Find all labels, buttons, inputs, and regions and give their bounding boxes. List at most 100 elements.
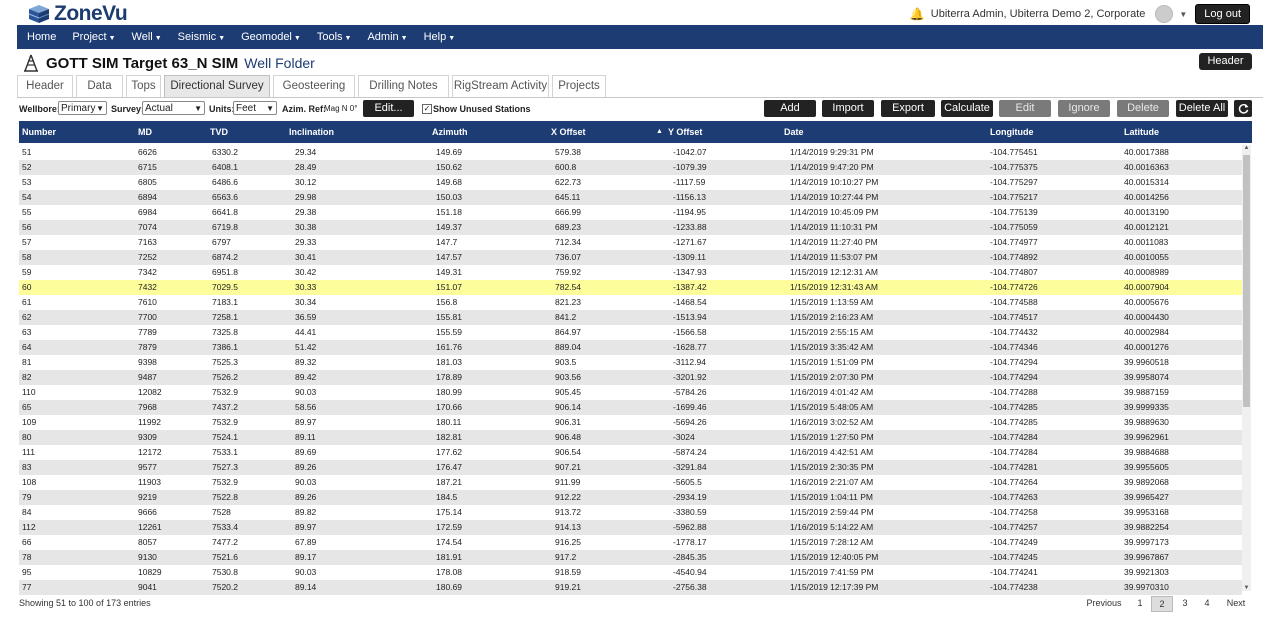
table-row[interactable]: 109 11992 7532.9 89.97 180.11 906.31 -5694.26 1…: [19, 415, 1242, 430]
nav-geomodel[interactable]: Geomodel ▼: [235, 31, 307, 43]
show-unused-checkbox[interactable]: ✓: [422, 104, 432, 114]
table-row[interactable]: 110 12082 7532.9 90.03 180.99 905.45 -5784.26 1…: [19, 385, 1242, 400]
table-row[interactable]: 84 9666 7528 89.82 175.14 913.72 -3380.59 1/15/…: [19, 505, 1242, 520]
pagination-previous[interactable]: Previous: [1086, 596, 1122, 610]
pagination-page[interactable]: 3: [1175, 596, 1195, 610]
edit-button[interactable]: Edit: [999, 100, 1051, 117]
table-row[interactable]: 83 9577 7527.3 89.26 176.47 907.21 -3291.84 1/1…: [19, 460, 1242, 475]
cell-md: 9398: [138, 357, 157, 367]
table-row[interactable]: 112 12261 7533.4 89.97 172.59 914.13 -5962.88 1…: [19, 520, 1242, 535]
table-row[interactable]: 64 7879 7386.1 51.42 161.76 889.04 -1628.77 1/1…: [19, 340, 1242, 355]
wellbore-select[interactable]: Primary ▼: [58, 101, 107, 115]
calculate-button[interactable]: Calculate: [941, 100, 993, 117]
tab-drilling-notes[interactable]: Drilling Notes: [358, 75, 449, 97]
logout-button[interactable]: Log out: [1195, 4, 1250, 24]
table-row[interactable]: 59 7342 6951.8 30.42 149.31 759.92 -1347.93 1/1…: [19, 265, 1242, 280]
well-folder-link[interactable]: Well Folder: [244, 55, 315, 71]
table-row[interactable]: 95 10829 7530.8 90.03 178.08 918.59 -4540.94 1/…: [19, 565, 1242, 580]
table-row[interactable]: 51 6626 6330.2 29.34 149.69 579.38 -1042.07 1/1…: [19, 145, 1242, 160]
cell-md: 9577: [138, 462, 157, 472]
table-row[interactable]: 66 8057 7477.2 67.89 174.54 916.25 -1778.17 1/1…: [19, 535, 1242, 550]
refresh-button[interactable]: [1234, 100, 1252, 117]
tab-directional-survey[interactable]: Directional Survey: [164, 75, 270, 97]
delete-button[interactable]: Delete: [1117, 100, 1169, 117]
add-button[interactable]: Add: [764, 100, 816, 117]
table-row[interactable]: 56 7074 6719.8 30.38 149.37 689.23 -1233.88 1/1…: [19, 220, 1242, 235]
units-select[interactable]: Feet ▼: [233, 101, 277, 115]
edit-azim-button[interactable]: Edit...: [363, 100, 414, 117]
import-button[interactable]: Import: [822, 100, 874, 117]
tab-tops[interactable]: Tops: [126, 75, 161, 97]
pagination-page[interactable]: 2: [1151, 596, 1173, 612]
cell-md: 10829: [138, 567, 162, 577]
column-header-longitude[interactable]: Longitude: [990, 121, 1034, 143]
table-row[interactable]: 57 7163 6797 29.33 147.7 712.34 -1271.67 1/14/2…: [19, 235, 1242, 250]
zonevu-logo[interactable]: ZoneVu: [28, 2, 128, 26]
cell-md: 7342: [138, 267, 157, 277]
ignore-button[interactable]: Ignore: [1058, 100, 1110, 117]
nav-tools[interactable]: Tools ▼: [311, 31, 358, 43]
column-header-x-offset[interactable]: X Offset: [551, 121, 586, 143]
nav-admin[interactable]: Admin ▼: [361, 31, 413, 43]
table-scrollbar[interactable]: ▲ ▼: [1242, 145, 1251, 591]
nav-help[interactable]: Help ▼: [418, 31, 462, 43]
avatar[interactable]: [1155, 5, 1174, 23]
sort-ascending-icon[interactable]: ▲: [656, 121, 663, 143]
table-row[interactable]: 62 7700 7258.1 36.59 155.81 841.2 -1513.94 1/15…: [19, 310, 1242, 325]
nav-project[interactable]: Project ▼: [66, 31, 121, 43]
table-row[interactable]: 61 7610 7183.1 30.34 156.8 821.23 -1468.54 1/15…: [19, 295, 1242, 310]
table-row[interactable]: 60 7432 7029.5 30.33 151.07 782.54 -1387.42 1/1…: [19, 280, 1242, 295]
tab-rigstream-activity[interactable]: RigStream Activity: [452, 75, 549, 97]
column-header-md[interactable]: MD: [138, 121, 152, 143]
scroll-down-icon[interactable]: ▼: [1242, 585, 1251, 591]
column-header-number[interactable]: Number: [22, 121, 56, 143]
header-button[interactable]: Header: [1199, 53, 1252, 70]
tab-projects[interactable]: Projects: [552, 75, 606, 97]
export-button[interactable]: Export: [881, 100, 935, 117]
table-row[interactable]: 81 9398 7525.3 89.32 181.03 903.5 -3112.94 1/15…: [19, 355, 1242, 370]
chevron-down-icon: ▼: [266, 104, 274, 113]
pagination-page[interactable]: 4: [1197, 596, 1217, 610]
nav-well[interactable]: Well ▼: [126, 31, 168, 43]
cell-azimuth: 170.66: [436, 402, 462, 412]
table-row[interactable]: 79 9219 7522.8 89.26 184.5 912.22 -2934.19 1/15…: [19, 490, 1242, 505]
survey-select[interactable]: Actual ▼: [142, 101, 205, 115]
cell-md: 9219: [138, 492, 157, 502]
nav-seismic[interactable]: Seismic ▼: [172, 31, 231, 43]
table-row[interactable]: 80 9309 7524.1 89.11 182.81 906.48 -3024 1/15/2…: [19, 430, 1242, 445]
column-header-inclination[interactable]: Inclination: [289, 121, 334, 143]
pagination-page[interactable]: 1: [1130, 596, 1150, 610]
cell-md: 9309: [138, 432, 157, 442]
table-row[interactable]: 78 9130 7521.6 89.17 181.91 917.2 -2845.35 1/15…: [19, 550, 1242, 565]
column-header-latitude[interactable]: Latitude: [1124, 121, 1159, 143]
cell-y-offset: -1042.07: [673, 147, 707, 157]
scroll-up-icon[interactable]: ▲: [1242, 145, 1251, 151]
column-header-date[interactable]: Date: [784, 121, 804, 143]
bell-icon[interactable]: 🔔: [910, 7, 925, 21]
table-row[interactable]: 52 6715 6408.1 28.49 150.62 600.8 -1079.39 1/14…: [19, 160, 1242, 175]
table-row[interactable]: 65 7968 7437.2 58.56 170.66 906.14 -1699.46 1/1…: [19, 400, 1242, 415]
tab-data[interactable]: Data: [76, 75, 123, 97]
nav-home[interactable]: Home: [21, 31, 62, 43]
table-row[interactable]: 108 11903 7532.9 90.03 187.21 911.99 -5605.5 1/…: [19, 475, 1242, 490]
table-row[interactable]: 53 6805 6486.6 30.12 149.68 622.73 -1117.59 1/1…: [19, 175, 1242, 190]
tab-geosteering[interactable]: Geosteering: [273, 75, 355, 97]
cell-y-offset: -3112.94: [673, 357, 706, 367]
column-header-tvd[interactable]: TVD: [210, 121, 228, 143]
table-row[interactable]: 77 9041 7520.2 89.14 180.69 919.21 -2756.38 1/1…: [19, 580, 1242, 595]
table-row[interactable]: 63 7789 7325.8 44.41 155.59 864.97 -1566.58 1/1…: [19, 325, 1242, 340]
column-header-azimuth[interactable]: Azimuth: [432, 121, 468, 143]
table-row[interactable]: 55 6984 6641.8 29.38 151.18 666.99 -1194.95 1/1…: [19, 205, 1242, 220]
table-row[interactable]: 82 9487 7526.2 89.42 178.89 903.56 -3201.92 1/1…: [19, 370, 1242, 385]
scrollbar-thumb[interactable]: [1243, 155, 1250, 407]
table-row[interactable]: 111 12172 7533.1 89.69 177.62 906.54 -5874.24 1…: [19, 445, 1242, 460]
table-row[interactable]: 54 6894 6563.6 29.98 150.03 645.11 -1156.13 1/1…: [19, 190, 1242, 205]
cell-date: 1/15/2019 1:51:09 PM: [790, 357, 874, 367]
table-row[interactable]: 58 7252 6874.2 30.41 147.57 736.07 -1309.11 1/1…: [19, 250, 1242, 265]
pagination-next[interactable]: Next: [1224, 596, 1248, 610]
delete-all-button[interactable]: Delete All: [1176, 100, 1228, 117]
chevron-down-icon[interactable]: ▼: [1179, 10, 1187, 19]
column-header-y-offset[interactable]: Y Offset: [668, 121, 702, 143]
tab-header[interactable]: Header: [17, 75, 73, 97]
cell-x-offset: 911.99: [555, 477, 581, 487]
